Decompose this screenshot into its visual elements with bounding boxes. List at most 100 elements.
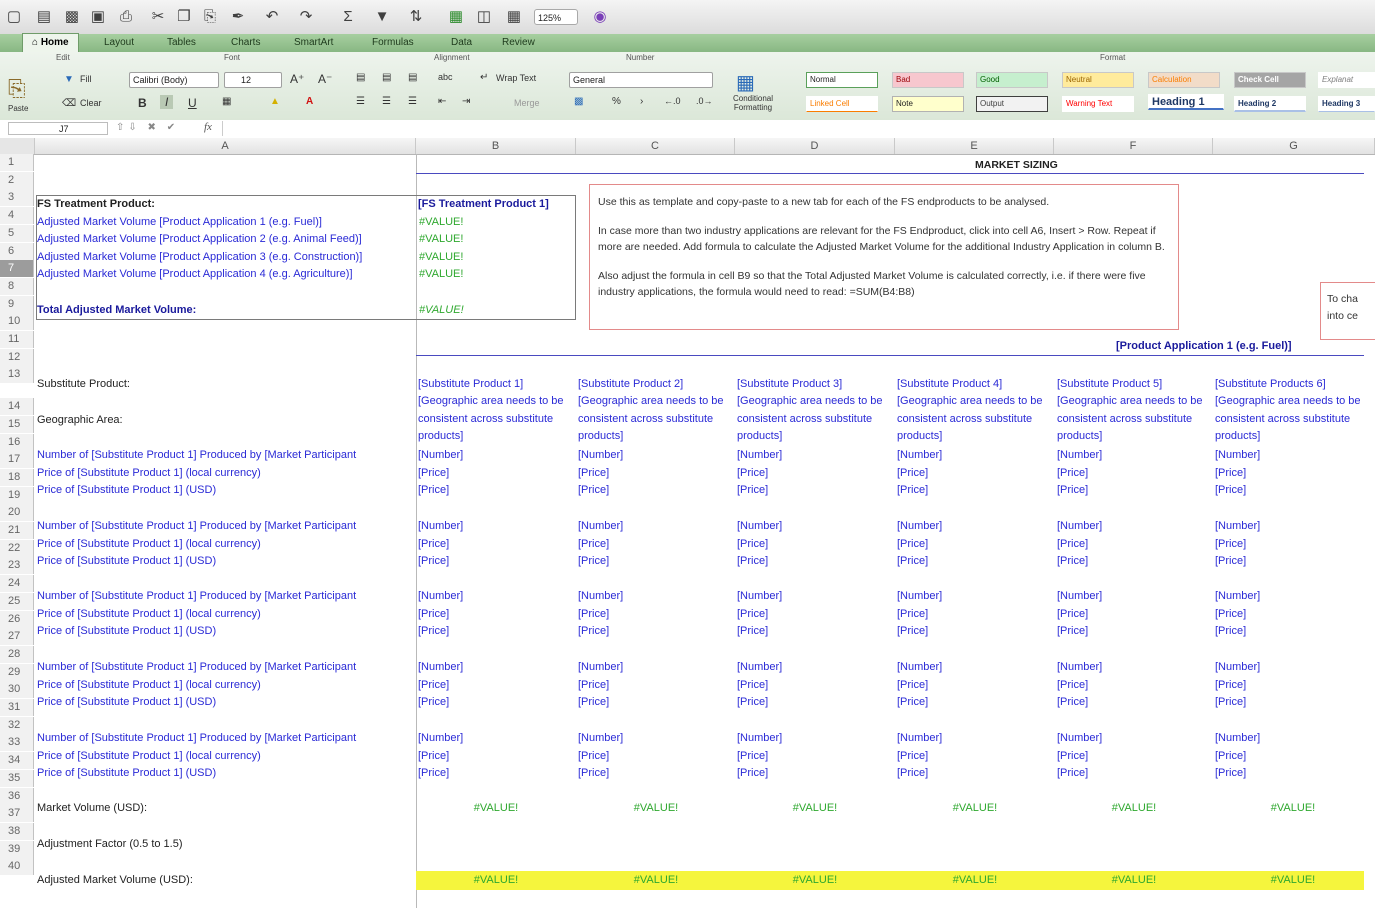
substitute-product-header[interactable]: [Substitute Product 5]	[1057, 376, 1162, 393]
substitute-product-label[interactable]: Substitute Product:	[37, 376, 130, 393]
price-local-cell[interactable]: [Price]	[578, 536, 609, 553]
tab-layout[interactable]: Layout	[104, 34, 134, 52]
paste-icon[interactable]: ⎘	[200, 7, 220, 27]
row-number[interactable]: 16	[0, 433, 34, 451]
app1-value[interactable]: #VALUE!	[419, 214, 463, 231]
price-usd-cell[interactable]: [Price]	[1215, 765, 1246, 782]
redo-icon[interactable]: ↷	[296, 7, 316, 27]
column-header-c[interactable]: C	[576, 138, 735, 154]
number-cell[interactable]: [Number]	[1057, 588, 1102, 605]
undo-icon[interactable]: ↶	[262, 7, 282, 27]
row-number[interactable]: 35	[0, 769, 34, 787]
number-cell[interactable]: [Number]	[1215, 518, 1260, 535]
substitute-product-header[interactable]: [Substitute Products 6]	[1215, 376, 1326, 393]
price-local-cell[interactable]: [Price]	[418, 536, 449, 553]
price-usd-cell[interactable]: [Price]	[737, 694, 768, 711]
align-top-icon[interactable]: ▤	[356, 72, 365, 83]
decimal-increase-icon[interactable]: ←.0	[664, 96, 681, 106]
total-adjusted-volume-label[interactable]: Total Adjusted Market Volume:	[37, 302, 196, 319]
number-cell[interactable]: [Number]	[578, 447, 623, 464]
tab-review[interactable]: Review	[502, 34, 535, 52]
price-usd-cell[interactable]: [Price]	[1057, 623, 1088, 640]
price-local-cell[interactable]: [Price]	[1215, 465, 1246, 482]
tab-tables[interactable]: Tables	[167, 34, 196, 52]
orientation-button[interactable]: abc	[438, 72, 453, 82]
substitute-product-header[interactable]: [Substitute Product 1]	[418, 376, 523, 393]
outdent-icon[interactable]: ⇤	[438, 96, 446, 107]
row-number[interactable]: 3	[0, 189, 34, 207]
row-number[interactable]: 6	[0, 242, 34, 260]
price-usd-cell[interactable]: [Price]	[737, 553, 768, 570]
decrease-font-icon[interactable]: A⁻	[318, 72, 332, 86]
row-number[interactable]: 40	[0, 858, 34, 876]
paste-icon[interactable]: ⎘	[8, 76, 26, 102]
sort-icon[interactable]: ⇅	[406, 7, 426, 27]
row-number[interactable]: 34	[0, 752, 34, 770]
number-cell[interactable]: [Number]	[578, 659, 623, 676]
style-explanatory[interactable]: Explanat	[1318, 72, 1375, 88]
fill-icon[interactable]: ▼	[372, 7, 392, 27]
row-number[interactable]: 17	[0, 451, 34, 469]
number-cell[interactable]: [Number]	[1057, 659, 1102, 676]
column-header-f[interactable]: F	[1054, 138, 1213, 154]
price-usd-cell[interactable]: [Price]	[897, 623, 928, 640]
align-middle-icon[interactable]: ▤	[382, 72, 391, 83]
price-usd-cell[interactable]: [Price]	[418, 482, 449, 499]
number-format-select[interactable]: General	[569, 72, 713, 88]
price-usd-cell[interactable]: [Price]	[1057, 765, 1088, 782]
currency-icon[interactable]: ▩	[574, 96, 583, 107]
number-cell[interactable]: [Number]	[897, 518, 942, 535]
style-neutral[interactable]: Neutral	[1062, 72, 1134, 88]
worksheet-grid[interactable]: 1 2 3 4 5 6 7 8 9 10 11 12 13 14 15 16 17 18 19 20 21 22 23 24 2…	[0, 154, 1375, 908]
align-left-icon[interactable]: ☰	[356, 96, 365, 107]
column-header-g[interactable]: G	[1213, 138, 1375, 154]
number-cell[interactable]: [Number]	[418, 730, 463, 747]
format-painter-icon[interactable]: ✒	[228, 7, 248, 27]
adjusted-market-volume-label[interactable]: Adjusted Market Volume (USD):	[37, 872, 193, 889]
adjusted-market-volume-value[interactable]: #VALUE!	[630, 872, 682, 889]
price-usd-cell[interactable]: [Price]	[578, 765, 609, 782]
style-heading-1[interactable]: Heading 1	[1148, 94, 1224, 110]
geographic-area-note[interactable]: [Geographic area needs to be consistent …	[1215, 393, 1371, 446]
number-cell[interactable]: [Number]	[1215, 447, 1260, 464]
save-as-icon[interactable]: ▣	[88, 7, 108, 27]
geographic-area-note[interactable]: [Geographic area needs to be consistent …	[737, 393, 893, 446]
price-local-cell[interactable]: [Price]	[737, 606, 768, 623]
price-usd-cell[interactable]: [Price]	[897, 694, 928, 711]
geographic-area-note[interactable]: [Geographic area needs to be consistent …	[418, 393, 574, 446]
italic-button[interactable]: I	[160, 95, 174, 109]
price-local-label[interactable]: Price of [Substitute Product 1] (local c…	[37, 677, 415, 694]
style-good[interactable]: Good	[976, 72, 1048, 88]
price-local-label[interactable]: Price of [Substitute Product 1] (local c…	[37, 606, 415, 623]
fs-treatment-product-label[interactable]: FS Treatment Product:	[37, 196, 155, 213]
row-number[interactable]: 7	[0, 260, 34, 278]
number-produced-label[interactable]: Number of [Substitute Product 1] Produce…	[37, 447, 415, 464]
substitute-product-header[interactable]: [Substitute Product 2]	[578, 376, 683, 393]
price-usd-label[interactable]: Price of [Substitute Product 1] (USD)	[37, 694, 415, 711]
style-calculation[interactable]: Calculation	[1148, 72, 1220, 88]
style-heading-3[interactable]: Heading 3	[1318, 96, 1375, 112]
price-local-cell[interactable]: [Price]	[1215, 536, 1246, 553]
price-usd-cell[interactable]: [Price]	[897, 553, 928, 570]
price-usd-label[interactable]: Price of [Substitute Product 1] (USD)	[37, 765, 415, 782]
price-usd-cell[interactable]: [Price]	[418, 694, 449, 711]
price-local-cell[interactable]: [Price]	[418, 677, 449, 694]
price-local-cell[interactable]: [Price]	[418, 465, 449, 482]
row-number[interactable]: 21	[0, 522, 34, 539]
market-volume-value[interactable]: #VALUE!	[789, 800, 841, 817]
price-usd-cell[interactable]: [Price]	[1215, 623, 1246, 640]
name-box[interactable]: J7	[8, 122, 108, 135]
adjusted-volume-app2-label[interactable]: Adjusted Market Volume [Product Applicat…	[37, 231, 362, 248]
increase-font-icon[interactable]: A⁺	[290, 72, 304, 86]
number-cell[interactable]: [Number]	[1215, 730, 1260, 747]
market-volume-label[interactable]: Market Volume (USD):	[37, 800, 147, 817]
price-usd-cell[interactable]: [Price]	[1215, 694, 1246, 711]
borders-icon[interactable]: ▦	[222, 96, 231, 107]
clear-button[interactable]: Clear	[80, 98, 102, 108]
price-local-cell[interactable]: [Price]	[897, 536, 928, 553]
price-usd-cell[interactable]: [Price]	[897, 765, 928, 782]
price-usd-cell[interactable]: [Price]	[578, 553, 609, 570]
number-cell[interactable]: [Number]	[897, 447, 942, 464]
app4-value[interactable]: #VALUE!	[419, 266, 463, 283]
app3-value[interactable]: #VALUE!	[419, 249, 463, 266]
